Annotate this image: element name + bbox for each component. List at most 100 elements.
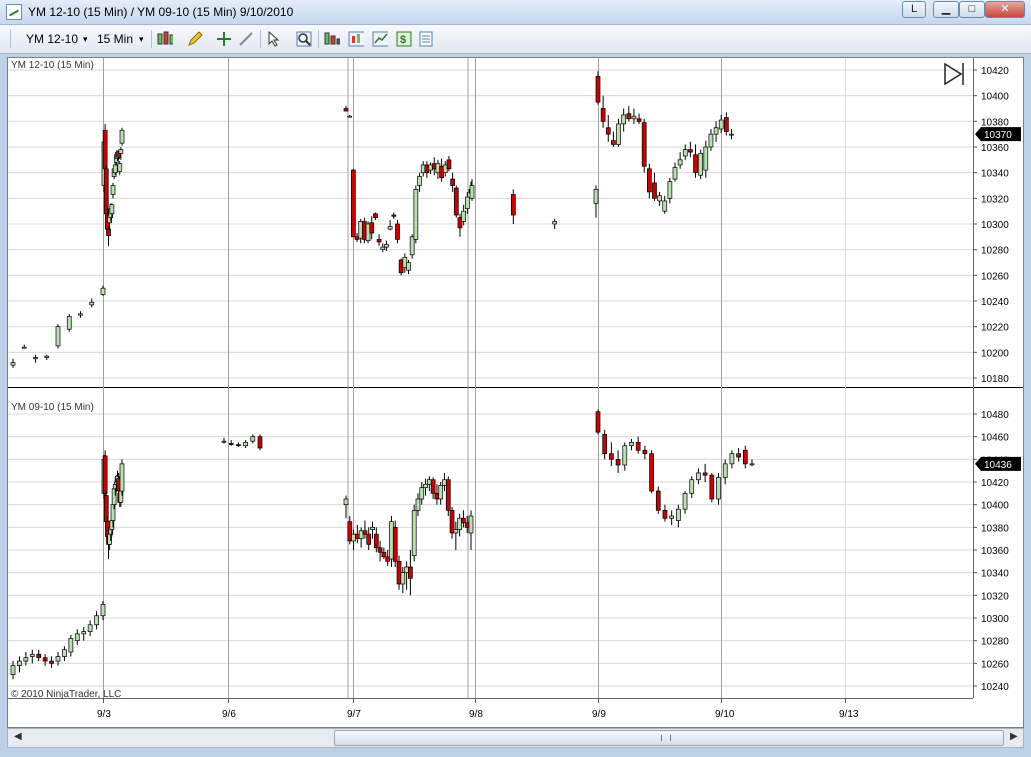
price-tick-label: 10240 xyxy=(981,682,1009,693)
last-price-label: 10436 xyxy=(984,460,1012,471)
candle-body xyxy=(103,168,109,215)
candle-body xyxy=(109,204,115,215)
candle-body xyxy=(675,508,681,521)
link-button[interactable]: L xyxy=(902,1,926,18)
panel-2-candles xyxy=(10,409,755,680)
data-series-icon[interactable] xyxy=(324,31,340,47)
candle-body xyxy=(377,547,383,553)
price-tick-label: 10300 xyxy=(981,220,1009,231)
chart-canvas[interactable]: 10420 10400 10380 10360 10340 10320 10300 10280… xyxy=(8,58,1023,727)
candle-body xyxy=(709,474,715,500)
candle-body xyxy=(723,117,729,132)
candle-body xyxy=(112,164,118,174)
candle-body xyxy=(446,159,452,170)
candle-body xyxy=(221,440,227,443)
pointer-icon[interactable] xyxy=(266,31,282,47)
money-icon[interactable]: $ xyxy=(396,31,412,47)
candle-body xyxy=(358,530,364,540)
scroll-to-end-icon[interactable] xyxy=(944,62,964,86)
candle-body xyxy=(453,529,459,534)
minimize-button[interactable]: ▁ xyxy=(933,1,959,18)
candle-body xyxy=(68,638,74,653)
draw-line-icon[interactable] xyxy=(238,31,254,47)
candle-body xyxy=(49,660,54,664)
candle-body xyxy=(703,146,709,171)
scrollbar-thumb[interactable] xyxy=(334,730,1004,746)
candle-body xyxy=(36,653,42,659)
scroll-right-icon[interactable]: ▶ xyxy=(1010,731,1018,742)
candle-body xyxy=(347,115,353,118)
candle-body xyxy=(449,509,455,534)
candle-body xyxy=(380,246,386,251)
candle-body xyxy=(729,133,734,136)
candle-body xyxy=(362,530,368,535)
horizontal-scrollbar[interactable]: ◀ ▶ xyxy=(7,728,1024,748)
candle-body xyxy=(347,521,353,542)
properties-icon[interactable] xyxy=(418,31,434,47)
candle-body xyxy=(21,346,27,349)
candle-body xyxy=(635,441,641,451)
panel-2-label: YM 09-10 (15 Min) xyxy=(11,402,94,413)
price-tick-label: 10340 xyxy=(981,569,1009,580)
indicators-icon[interactable] xyxy=(348,31,364,47)
price-tick-label: 10360 xyxy=(981,143,1009,154)
candle-body xyxy=(369,222,375,234)
candle-body xyxy=(94,615,99,626)
window-title: YM 12-10 (15 Min) / YM 09-10 (15 Min) 9/… xyxy=(28,5,294,19)
date-tick-label: 9/7 xyxy=(347,709,361,720)
candle-body xyxy=(595,411,601,433)
candle-body xyxy=(236,444,241,447)
candle-body xyxy=(44,355,50,358)
date-tick-label: 9/8 xyxy=(469,709,483,720)
chart-area[interactable]: 10420 10400 10380 10360 10340 10320 10300 10280… xyxy=(7,57,1024,728)
interval-dropdown-icon[interactable]: ▾ xyxy=(139,30,144,48)
price-tick-label: 10420 xyxy=(981,66,1009,77)
price-tick-label: 10400 xyxy=(981,501,1009,512)
grid-layer xyxy=(8,58,1023,699)
candle-body xyxy=(600,108,606,122)
candle-body xyxy=(457,517,462,530)
pencil-icon[interactable] xyxy=(187,31,203,47)
candle-body xyxy=(552,221,558,225)
crosshair-icon[interactable] xyxy=(216,31,232,47)
candle-body xyxy=(62,649,67,657)
candle-body xyxy=(42,657,48,662)
candle-body xyxy=(461,517,466,524)
candle-body xyxy=(396,560,402,585)
candle-body xyxy=(387,226,393,230)
axis-layer: 10420 10400 10380 10360 10340 10320 10300 10280… xyxy=(97,66,1021,720)
candle-body xyxy=(688,149,693,153)
instrument-selector[interactable]: YM 12-10 xyxy=(26,30,78,48)
price-tick-label: 10200 xyxy=(981,348,1009,359)
candle-body xyxy=(413,189,419,240)
chart-app-icon xyxy=(6,4,22,20)
bar-type-icon[interactable] xyxy=(157,31,173,47)
zoom-icon[interactable] xyxy=(296,31,312,47)
candle-body xyxy=(642,449,648,455)
candle-body xyxy=(450,178,455,186)
strategies-icon[interactable] xyxy=(372,31,388,47)
candle-body xyxy=(89,301,95,306)
candle-body xyxy=(682,149,688,157)
candle-body xyxy=(257,436,263,449)
price-tick-label: 10260 xyxy=(981,659,1009,670)
price-tick-label: 10340 xyxy=(981,169,1009,180)
candle-body xyxy=(55,656,61,662)
candle-body xyxy=(117,163,123,172)
scroll-left-icon[interactable]: ◀ xyxy=(14,731,22,742)
price-tick-label: 10280 xyxy=(981,246,1009,257)
close-button[interactable]: ✕ xyxy=(985,1,1025,18)
instrument-dropdown-icon[interactable]: ▾ xyxy=(83,30,88,48)
maximize-button[interactable]: □ xyxy=(959,1,985,18)
candle-body xyxy=(702,472,708,476)
svg-text:$: $ xyxy=(400,34,406,46)
candle-body xyxy=(373,213,378,218)
interval-selector[interactable]: 15 Min xyxy=(97,30,133,48)
candle-body xyxy=(426,479,432,485)
candle-body xyxy=(102,455,108,494)
panel-1-candles xyxy=(10,71,734,368)
candle-body xyxy=(411,509,417,557)
date-tick-label: 9/9 xyxy=(592,709,606,720)
candle-body xyxy=(384,244,389,248)
candle-body xyxy=(649,453,654,492)
